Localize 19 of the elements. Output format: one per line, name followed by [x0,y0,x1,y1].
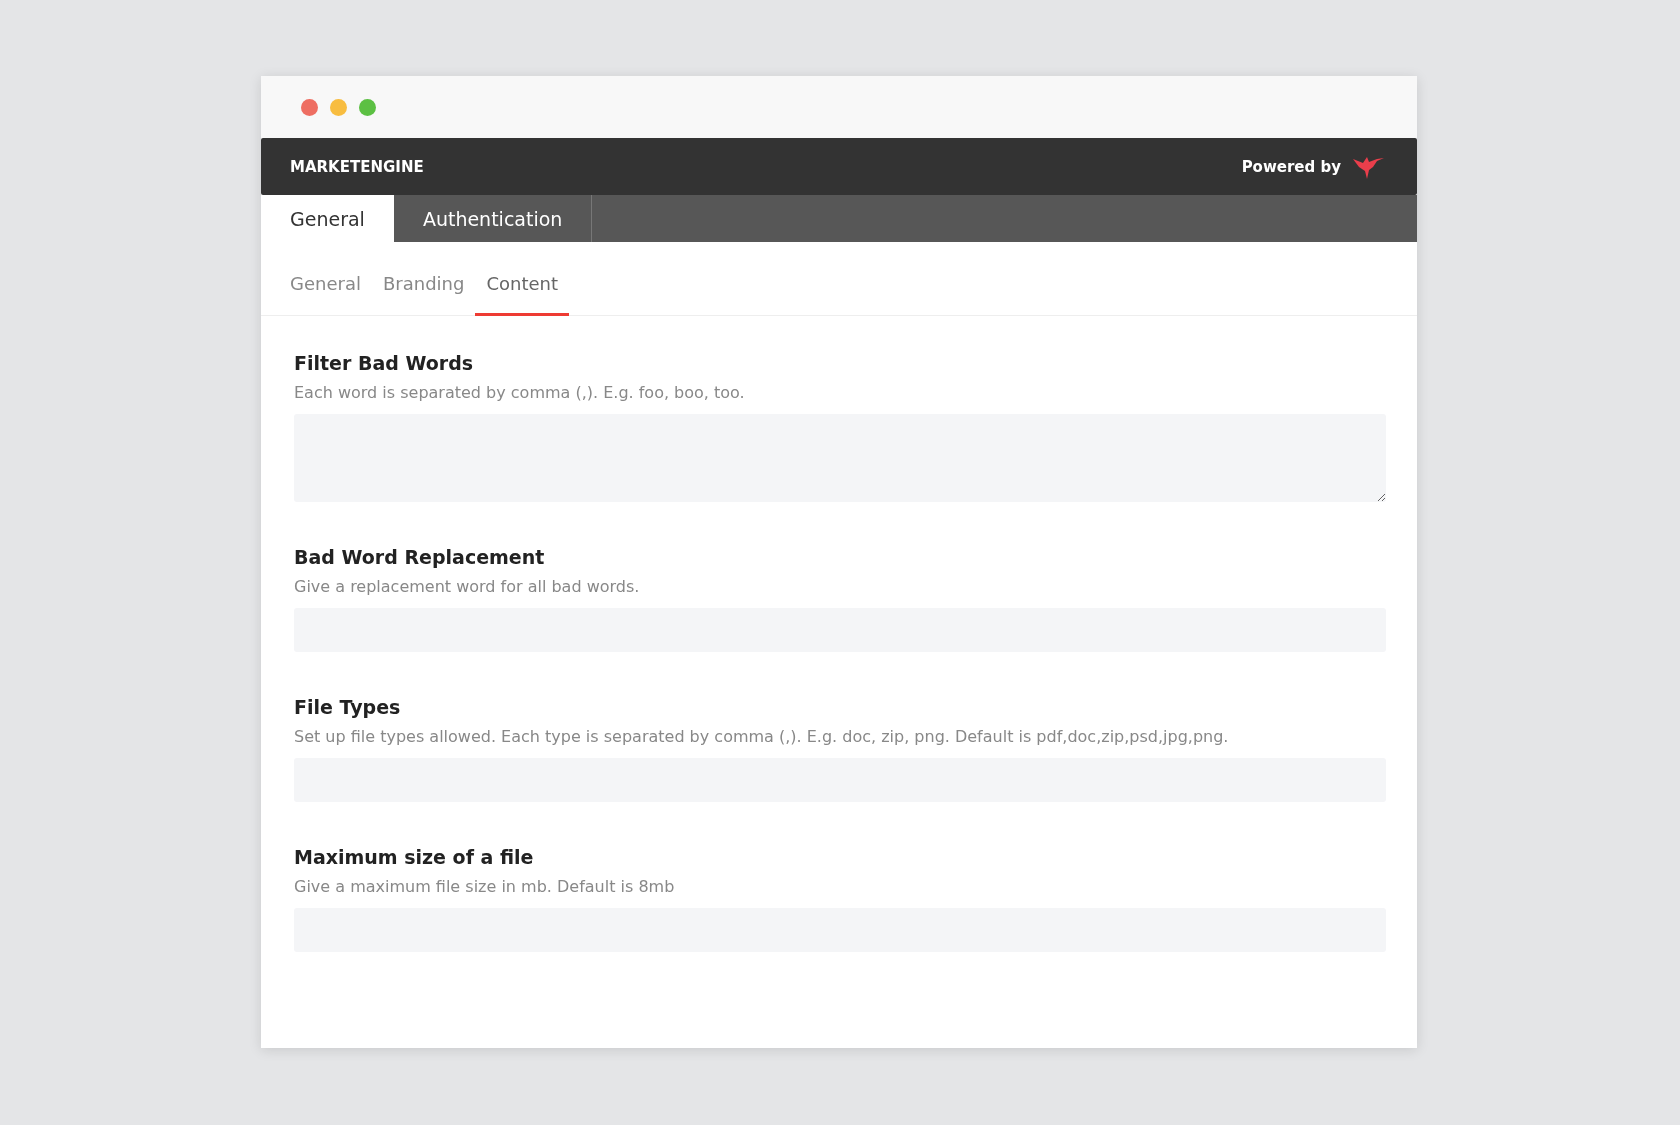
help-text: Give a replacement word for all bad words. [294,577,641,596]
close-dot[interactable] [301,98,318,116]
textarea-field[interactable] [294,414,1386,502]
help-text: Give a maximum file size in mb. Default is 8mb [294,877,676,896]
field-label: File Types [294,696,402,718]
tab[interactable]: Authentication [393,195,593,242]
help-text: Each word is separated by comma (,). E.g. foo, boo, too. [294,383,746,402]
subtab[interactable]: General [279,273,372,316]
subtab[interactable]: Branding [371,273,476,316]
field-label: Filter Bad Words [294,352,475,374]
field-label: Maximum size of a file [294,846,535,868]
subtab[interactable]: Content [475,273,569,316]
minimize-dot[interactable] [330,98,347,116]
powered-by-text: Powered by [1241,157,1341,176]
help-text: Set up file types allowed. Each type is separated by comma (,). E.g. doc, zip, png. Default is pdf,doc,zip,psd,jpg,png. [294,727,1230,746]
brand-name: MARKETENGINE [290,157,424,176]
tab[interactable]: General [261,195,394,242]
maximize-dot[interactable] [359,98,376,116]
field-label: Bad Word Replacement [294,546,546,568]
